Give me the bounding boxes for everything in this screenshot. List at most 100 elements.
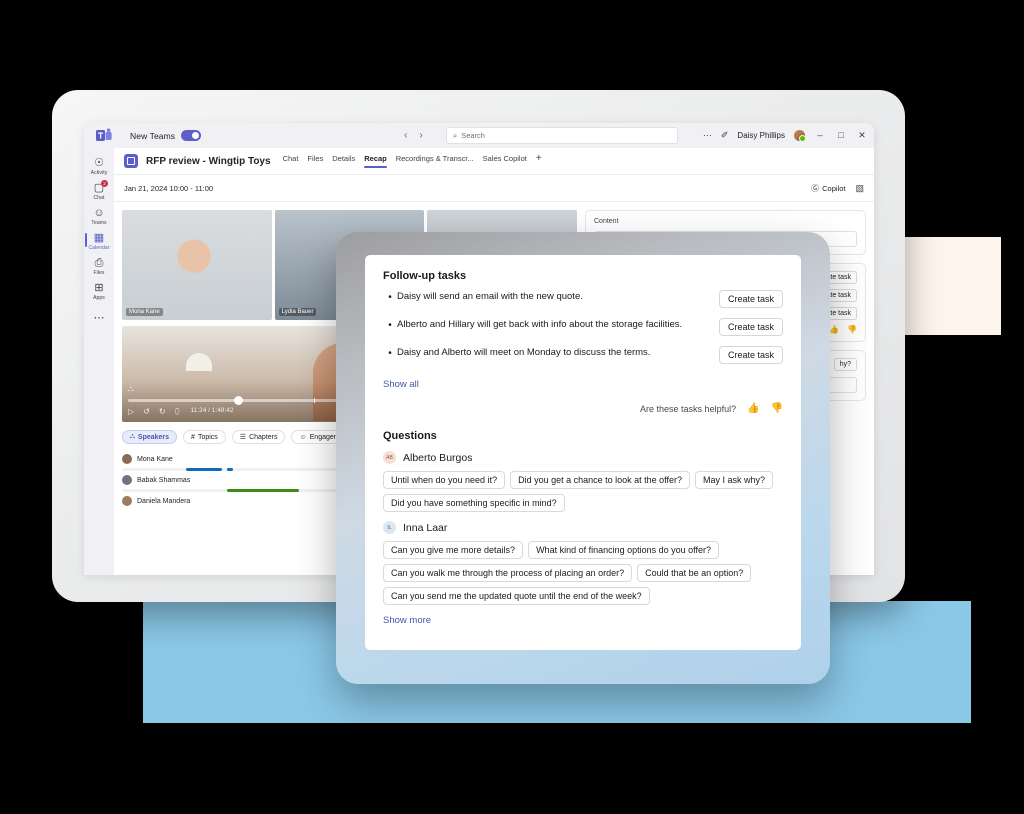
question-chip-row: Did you have something specific in mind? xyxy=(383,494,783,512)
question-chip[interactable]: Did you get a chance to look at the offe… xyxy=(510,471,691,489)
left-rail: ☉ Activity ▢ 2 Chat ☺ Teams ▦ Calendar ⎙… xyxy=(84,148,114,575)
copilot-button[interactable]: Ⓖ Copilot xyxy=(811,183,845,194)
thumbs-down-icon[interactable]: 👎 xyxy=(847,325,857,334)
avatar xyxy=(122,475,132,485)
bullet-icon: • xyxy=(388,320,392,331)
forward-10-icon[interactable]: ↻ xyxy=(159,407,166,416)
subheader-actions: Ⓖ Copilot ▧ xyxy=(811,183,864,194)
question-chip[interactable]: May I ask why? xyxy=(695,471,774,489)
show-more-link[interactable]: Show more xyxy=(383,615,431,626)
window-titlebar: New Teams ‹ › ⌕ Search ⋯ ✐ Daisy Phillip… xyxy=(84,123,874,148)
create-task-button[interactable]: Create task xyxy=(718,318,783,336)
scrubber-handle[interactable] xyxy=(234,396,244,405)
tab-sales-copilot[interactable]: Sales Copilot xyxy=(483,154,527,169)
tab-chat[interactable]: Chat xyxy=(283,154,299,169)
search-placeholder: Search xyxy=(461,131,485,140)
chip-speakers[interactable]: ⛬ Speakers xyxy=(122,430,178,444)
volume-icon[interactable]: ⬯ xyxy=(175,407,180,416)
create-task-button[interactable]: Create task xyxy=(718,290,783,308)
person-name: Inna Laar xyxy=(403,521,448,534)
question-chip-row: Can you send me the updated quote until … xyxy=(383,587,783,605)
sidebar-item-apps[interactable]: ⊞ Apps xyxy=(84,278,114,303)
participant-name: Lydia Bauer xyxy=(278,308,317,316)
meeting-header: RFP review - Wingtip Toys Chat Files Det… xyxy=(114,148,874,175)
sidebar-item-teams[interactable]: ☺ Teams xyxy=(84,203,114,228)
decorative-cream-block xyxy=(898,237,1001,335)
sidebar-item-label: Calendar xyxy=(88,245,110,251)
followup-tasks-title: Follow-up tasks xyxy=(383,270,467,282)
forward-icon[interactable]: › xyxy=(419,130,422,141)
sidebar-item-activity[interactable]: ☉ Activity xyxy=(84,153,114,178)
add-tab-icon[interactable]: + xyxy=(536,153,542,169)
overflow-menu-icon[interactable]: ⋯ xyxy=(703,131,712,140)
tab-recordings-transcripts[interactable]: Recordings & Transcr... xyxy=(396,154,474,169)
question-chip[interactable]: Can you walk me through the process of p… xyxy=(383,564,633,582)
teams-logo-icon xyxy=(96,128,112,141)
sidebar-item-files[interactable]: ⎙ Files xyxy=(84,253,114,278)
question-chip[interactable]: hy? xyxy=(833,358,857,371)
sidebar-item-label: Activity xyxy=(90,170,108,176)
chip-label: Speakers xyxy=(137,433,170,441)
questions-section: Questions AB Alberto Burgos Until when d… xyxy=(383,430,783,628)
sidebar-item-chat[interactable]: ▢ 2 Chat xyxy=(84,178,114,203)
compose-icon[interactable]: ✐ xyxy=(721,131,729,140)
calendar-icon: ▦ xyxy=(93,232,105,244)
tab-details[interactable]: Details xyxy=(332,154,355,169)
create-task-button[interactable]: Create task xyxy=(718,346,783,364)
video-tile[interactable]: Mona Kane xyxy=(122,210,272,320)
search-input[interactable]: ⌕ Search xyxy=(446,127,678,144)
rewind-10-icon[interactable]: ↺ xyxy=(143,407,150,416)
person-name: Alberto Burgos xyxy=(403,451,473,464)
meeting-subheader: Jan 21, 2024 10:00 - 11:00 Ⓖ Copilot ▧ xyxy=(114,175,874,202)
question-chip[interactable]: Did you have something specific in mind? xyxy=(383,494,565,512)
show-all-link[interactable]: Show all xyxy=(383,379,419,390)
teams-icon: ☺ xyxy=(93,207,105,219)
chip-topics[interactable]: # Topics xyxy=(183,430,226,444)
feedback-row: Are these tasks helpful? 👍 👎 xyxy=(383,404,783,415)
tab-files[interactable]: Files xyxy=(307,154,323,169)
thumbs-up-icon[interactable]: 👍 xyxy=(747,404,759,414)
question-chip[interactable]: What kind of financing options do you of… xyxy=(528,541,720,559)
user-name: Daisy Phillips xyxy=(737,131,785,140)
thumbs-up-icon[interactable]: 👍 xyxy=(829,325,839,334)
question-chip-row: Until when do you need it? Did you get a… xyxy=(383,471,783,489)
smiley-icon: ☺ xyxy=(299,433,307,441)
avatar[interactable] xyxy=(794,130,806,142)
page-title: RFP review - Wingtip Toys xyxy=(146,155,271,167)
avatar: AB xyxy=(383,451,396,464)
maximize-icon[interactable]: □ xyxy=(835,131,847,140)
files-icon: ⎙ xyxy=(94,257,104,269)
chip-label: Chapters xyxy=(249,433,278,441)
new-teams-label: New Teams xyxy=(130,130,176,141)
close-icon[interactable]: ✕ xyxy=(856,131,868,140)
question-chip[interactable]: Could that be an option? xyxy=(637,564,752,582)
question-person: IL Inna Laar xyxy=(383,521,783,534)
content-label: Content xyxy=(594,218,619,225)
sidebar-item-calendar[interactable]: ▦ Calendar xyxy=(84,228,114,253)
tab-recap[interactable]: Recap xyxy=(364,154,387,169)
minimize-icon[interactable]: – xyxy=(814,131,826,140)
speakers-icon: ⛬ xyxy=(130,433,135,440)
question-chip[interactable]: Can you send me the updated quote until … xyxy=(383,587,650,605)
thumbs-down-icon[interactable]: 👎 xyxy=(771,404,783,414)
chip-chapters[interactable]: ☰ Chapters xyxy=(231,430,286,444)
questions-title: Questions xyxy=(383,430,437,442)
bullet-icon: • xyxy=(388,348,392,359)
people-icon[interactable]: ⛬ xyxy=(128,384,134,394)
video-timestamp: 11:24 / 1:48:42 xyxy=(190,407,234,415)
recap-popup-shell: Follow-up tasks • Daisy will send an ema… xyxy=(336,232,830,684)
sidebar-more-icon[interactable]: ⋯ xyxy=(94,311,105,324)
video-lamp-shape xyxy=(185,352,212,371)
avatar: IL xyxy=(383,521,396,534)
list-icon: ☰ xyxy=(239,434,247,441)
play-icon[interactable]: ▷ xyxy=(128,407,134,416)
speaker-name: Babak Shammas xyxy=(137,476,191,484)
question-chip[interactable]: Can you give me more details? xyxy=(383,541,524,559)
back-icon[interactable]: ‹ xyxy=(404,130,407,141)
new-teams-toggle[interactable] xyxy=(181,130,202,141)
titlebar-right: ⋯ ✐ Daisy Phillips – □ ✕ xyxy=(703,130,868,142)
question-chip[interactable]: Until when do you need it? xyxy=(383,471,506,489)
sidebar-item-label: Chat xyxy=(93,195,105,201)
task-row: • Alberto and Hillary will get back with… xyxy=(383,318,783,336)
toggle-panel-icon[interactable]: ▧ xyxy=(855,183,864,194)
